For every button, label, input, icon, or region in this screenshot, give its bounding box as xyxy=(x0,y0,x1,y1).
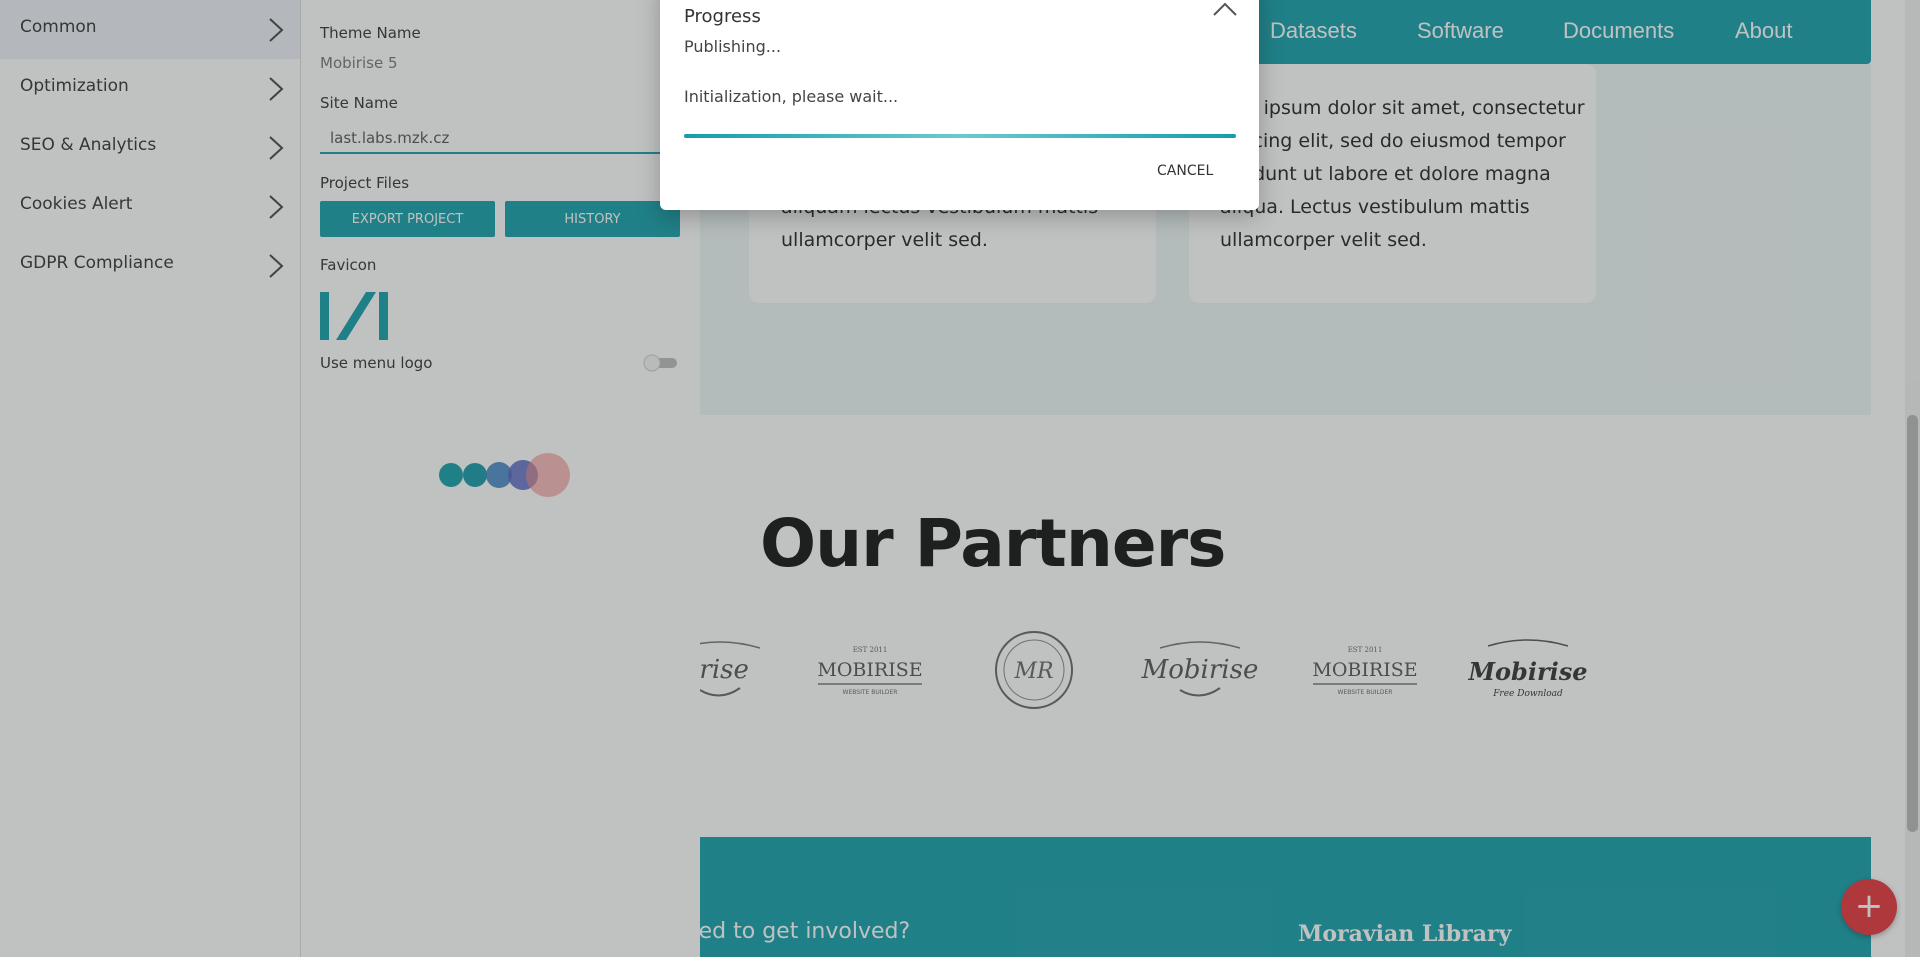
progress-message: Initialization, please wait... xyxy=(684,87,899,106)
progress-bar-fill xyxy=(684,134,1236,138)
progress-bar xyxy=(684,134,1236,138)
close-icon[interactable] xyxy=(1213,2,1237,16)
publish-status-text: Publishing... xyxy=(684,37,782,56)
cancel-button[interactable]: CANCEL xyxy=(1157,163,1213,179)
progress-dialog: Progress Publishing... Initialization, p… xyxy=(660,0,1259,210)
dialog-title: Progress xyxy=(684,6,761,27)
